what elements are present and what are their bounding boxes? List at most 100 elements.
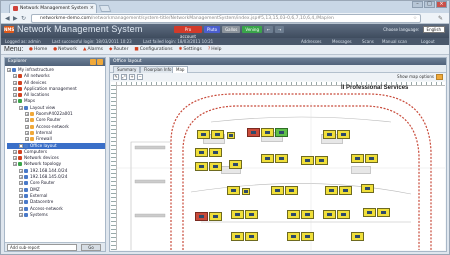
tree-expander-icon[interactable]: +	[19, 187, 23, 192]
floorplan-canvas[interactable]: II Professional Services	[111, 82, 445, 250]
device-computer[interactable]	[231, 232, 244, 241]
map-options-link[interactable]: Show map options	[397, 74, 434, 79]
link-scans[interactable]: Scans	[362, 38, 374, 45]
tree-node[interactable]: + Systems	[7, 212, 105, 218]
device-computer[interactable]	[209, 212, 222, 221]
device-computer[interactable]	[261, 154, 274, 163]
device-computer[interactable]	[231, 210, 244, 219]
tree-expander-icon[interactable]: +	[13, 99, 17, 104]
device-computer[interactable]	[323, 210, 336, 219]
device-computer[interactable]	[271, 186, 284, 195]
edit-icon[interactable]: ✎	[113, 74, 119, 80]
tree-expander-icon[interactable]: +	[13, 74, 17, 79]
tree-expander-icon[interactable]: +	[19, 200, 23, 205]
sub-report-select[interactable]: Add sub-report	[7, 244, 77, 251]
badge-gallos[interactable]: Gallos	[222, 26, 241, 33]
tree-expander-icon[interactable]: +	[25, 124, 29, 129]
new-tab-button[interactable]	[98, 5, 112, 12]
link-logout[interactable]: Logout	[421, 38, 435, 45]
device-alarm[interactable]	[195, 212, 208, 221]
device-computer[interactable]	[287, 232, 300, 241]
device-computer[interactable]	[211, 130, 224, 139]
device-computer[interactable]	[337, 210, 350, 219]
tree-expander-icon[interactable]: +	[25, 118, 29, 123]
close-window-button[interactable]: ×	[436, 1, 447, 8]
device-computer[interactable]	[315, 156, 328, 165]
forward-icon[interactable]: ▶	[13, 15, 18, 22]
tree-expander-icon[interactable]: +	[19, 143, 23, 148]
tree-expander-icon[interactable]: +	[19, 168, 23, 173]
device-computer[interactable]	[209, 162, 222, 171]
device-computer[interactable]	[377, 208, 390, 217]
menu-configurations[interactable]: ■Configurations	[134, 45, 172, 55]
link-manual-scan[interactable]: Manual scan	[382, 38, 407, 45]
tree-expander-icon[interactable]: +	[19, 105, 23, 110]
panel-collapse-button[interactable]	[97, 59, 103, 65]
device-computer[interactable]	[365, 154, 378, 163]
tab-summary[interactable]: Summary	[113, 66, 141, 73]
menu-help[interactable]: ?Help	[208, 45, 222, 55]
tree-expander-icon[interactable]: +	[13, 156, 17, 161]
link-addresses[interactable]: Addresses	[301, 38, 321, 45]
device-computer[interactable]	[301, 210, 314, 219]
tree-expander-icon[interactable]: +	[19, 175, 23, 180]
maximize-button[interactable]: □	[424, 1, 435, 8]
browser-tab[interactable]: Network Management System ×	[9, 3, 97, 13]
device-computer[interactable]	[339, 186, 352, 195]
tree-expander-icon[interactable]: +	[25, 137, 29, 142]
tree-expander-icon[interactable]: +	[7, 68, 11, 72]
tree-expander-icon[interactable]: +	[19, 212, 23, 217]
device-computer[interactable]	[361, 184, 374, 193]
tree-expander-icon[interactable]: +	[25, 112, 29, 117]
minimize-button[interactable]: –	[412, 1, 423, 8]
menu-alarms[interactable]: ▲Alarms	[83, 45, 103, 55]
link-messages[interactable]: Messages	[332, 38, 352, 45]
nav-forward-button[interactable]: →	[275, 26, 284, 33]
device-computer[interactable]	[229, 160, 242, 169]
badge-vening[interactable]: Vening	[242, 26, 262, 33]
device-computer[interactable]	[227, 132, 235, 139]
device-ok[interactable]	[275, 128, 288, 137]
device-computer[interactable]	[195, 148, 208, 157]
device-computer[interactable]	[301, 156, 314, 165]
tree-expander-icon[interactable]: +	[19, 206, 23, 211]
device-computer[interactable]	[275, 154, 288, 163]
badge-pro-account[interactable]: Pro account	[174, 26, 202, 39]
nav-back-button[interactable]: ←	[264, 26, 273, 33]
device-computer[interactable]	[195, 162, 208, 171]
close-tab-icon[interactable]: ×	[90, 4, 94, 13]
device-computer[interactable]	[197, 130, 210, 139]
device-computer[interactable]	[351, 232, 364, 241]
device-computer[interactable]	[245, 210, 258, 219]
device-computer[interactable]	[285, 186, 298, 195]
device-computer[interactable]	[245, 232, 258, 241]
device-computer[interactable]	[209, 148, 222, 157]
zoom-out-icon[interactable]: −	[137, 74, 143, 80]
bookmark-star-icon[interactable]: ☆	[413, 15, 417, 22]
device-computer[interactable]	[323, 130, 336, 139]
tree-expander-icon[interactable]: +	[19, 193, 23, 198]
tree-expander-icon[interactable]: +	[13, 149, 17, 154]
menu-settings[interactable]: ✱Settings	[179, 45, 202, 55]
menu-home[interactable]: ●Home	[29, 45, 47, 55]
url-input[interactable]: networkme-demo.com/networkmanagement/sys…	[31, 14, 421, 23]
device-computer[interactable]	[301, 232, 314, 241]
zoom-fit-icon[interactable]: ⤢	[121, 74, 127, 80]
tree-expander-icon[interactable]: +	[13, 162, 17, 167]
tree-expander-icon[interactable]: +	[13, 80, 17, 85]
device-computer[interactable]	[351, 154, 364, 163]
device-computer[interactable]	[325, 186, 338, 195]
menu-network[interactable]: ●Network	[53, 45, 77, 55]
device-computer[interactable]	[363, 208, 376, 217]
reload-icon[interactable]: ↻	[21, 15, 26, 22]
zoom-in-icon[interactable]: +	[129, 74, 135, 80]
device-computer[interactable]	[227, 186, 240, 195]
device-computer[interactable]	[261, 128, 274, 137]
device-computer[interactable]	[287, 210, 300, 219]
badge-pluto[interactable]: Pluto	[204, 26, 221, 33]
device-alarm[interactable]	[247, 128, 260, 137]
tab-floorplan-info[interactable]: Floorplan Info	[140, 66, 176, 73]
map-options-icon[interactable]	[436, 74, 443, 80]
go-button[interactable]: Go	[81, 244, 101, 251]
tree-expander-icon[interactable]: +	[25, 130, 29, 135]
